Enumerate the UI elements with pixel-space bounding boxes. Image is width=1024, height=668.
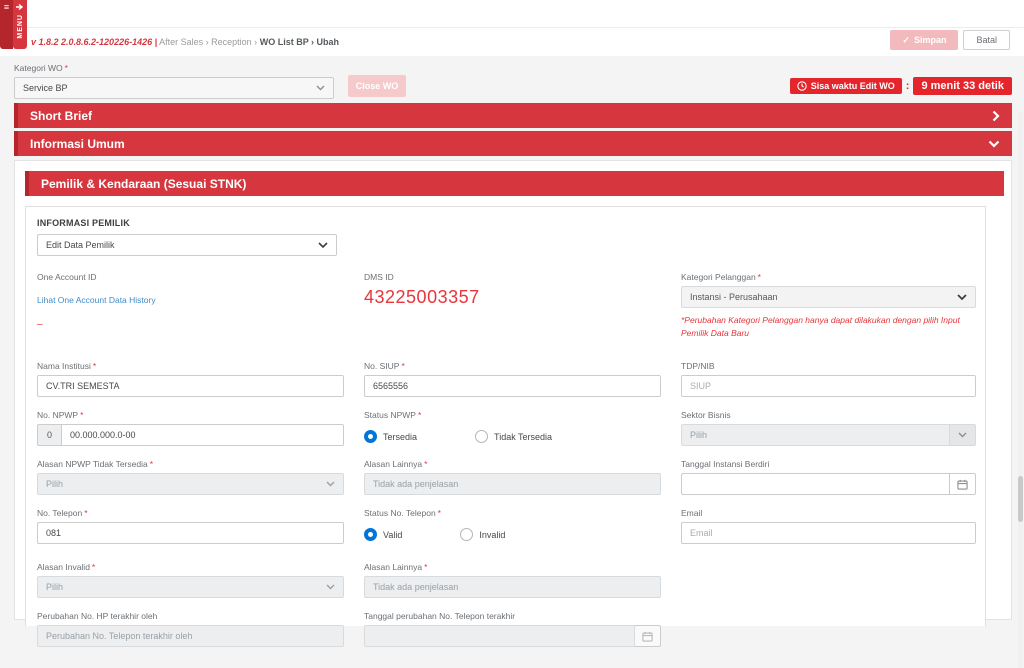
hamburger-icon[interactable]: ≡ <box>0 0 13 49</box>
cancel-button[interactable]: Batal <box>963 30 1010 50</box>
top-bar <box>0 0 1024 28</box>
one-account-cell: One Account ID Lihat One Account Data Hi… <box>37 272 344 348</box>
timer-value-badge: 9 menit 33 detik <box>913 77 1012 95</box>
radio-selected-icon <box>364 528 377 541</box>
chevron-down-icon <box>988 140 1000 148</box>
sektor-bisnis-select[interactable]: Pilih <box>681 424 976 446</box>
menu-ribbon[interactable]: ≡ MENU <box>0 0 27 49</box>
scrollbar-thumb[interactable] <box>1018 476 1023 522</box>
informasi-pemilik-title: INFORMASI PEMILIK <box>37 218 974 228</box>
check-icon: ✓ <box>902 35 910 46</box>
chevron-down-icon <box>958 432 967 438</box>
select-chevron-cell <box>949 425 975 445</box>
chevron-down-icon <box>326 584 335 590</box>
no-npwp-cell: No. NPWP* 0 <box>37 410 344 446</box>
tanggal-perubahan-cell: Tanggal perubahan No. Telepon terakhir <box>364 611 661 647</box>
close-wo-button[interactable]: Close WO <box>348 75 406 97</box>
email-cell: Email <box>681 508 976 544</box>
perubahan-hp-cell: Perubahan No. HP terakhir oleh <box>37 611 344 647</box>
alasan-lainnya-telepon-cell: Alasan Lainnya* <box>364 562 661 598</box>
kategori-wo-select[interactable]: Service BP <box>14 77 334 99</box>
no-telepon-cell: No. Telepon* <box>37 508 344 544</box>
alasan-lainnya-telepon-input[interactable] <box>364 576 661 598</box>
tanggal-instansi-input[interactable] <box>681 473 950 495</box>
alasan-invalid-cell: Alasan Invalid* Pilih <box>37 562 344 598</box>
scrollbar[interactable] <box>1018 112 1023 668</box>
tanggal-perubahan-input[interactable] <box>364 625 635 647</box>
alasan-lainnya-npwp-input[interactable] <box>364 473 661 495</box>
email-input[interactable] <box>681 522 976 544</box>
one-account-label: One Account ID <box>37 272 344 282</box>
no-npwp-input[interactable] <box>61 424 344 446</box>
radio-tidak-tersedia[interactable]: Tidak Tersedia <box>475 430 552 443</box>
breadcrumb-trail: After Sales › Reception › <box>159 37 257 47</box>
tdp-nib-input[interactable] <box>681 375 976 397</box>
one-account-value: – <box>37 319 344 330</box>
dms-id-value: 43225003357 <box>364 287 661 308</box>
timer-colon: : <box>906 80 910 92</box>
pemilik-kendaraan-header: Pemilik & Kendaraan (Sesuai STNK) <box>25 171 1004 196</box>
radio-valid[interactable]: Valid <box>364 528 402 541</box>
radio-invalid[interactable]: Invalid <box>460 528 505 541</box>
chevron-right-icon <box>992 110 1000 122</box>
nama-institusi-cell: Nama Institusi* <box>37 361 344 397</box>
alasan-npwp-cell: Alasan NPWP Tidak Tersedia* Pilih <box>37 459 344 495</box>
alasan-lainnya-npwp-cell: Alasan Lainnya* <box>364 459 661 495</box>
perubahan-hp-input[interactable] <box>37 625 344 647</box>
alasan-invalid-select[interactable]: Pilih <box>37 576 344 598</box>
no-siup-cell: No. SIUP* <box>364 361 661 397</box>
radio-tersedia[interactable]: Tersedia <box>364 430 417 443</box>
radio-selected-icon <box>364 430 377 443</box>
clock-icon <box>797 81 807 91</box>
sektor-bisnis-cell: Sektor Bisnis Pilih <box>681 410 976 446</box>
chevron-down-icon <box>316 85 325 91</box>
no-telepon-input[interactable] <box>37 522 344 544</box>
accordion-short-brief[interactable]: Short Brief <box>14 103 1012 128</box>
radio-unselected-icon <box>475 430 488 443</box>
calendar-icon[interactable] <box>950 473 976 495</box>
kategori-pelanggan-select[interactable]: Instansi - Perusahaan <box>681 286 976 308</box>
dms-id-cell: DMS ID 43225003357 <box>364 272 661 348</box>
kategori-pelanggan-cell: Kategori Pelanggan* Instansi - Perusahaa… <box>681 272 976 348</box>
nama-institusi-input[interactable] <box>37 375 344 397</box>
calendar-icon <box>635 625 661 647</box>
informasi-umum-panel: Pemilik & Kendaraan (Sesuai STNK) INFORM… <box>14 160 1012 620</box>
kategori-wo-label: Kategori WO* <box>14 63 334 73</box>
status-telepon-cell: Status No. Telepon* Valid Invalid <box>364 508 661 544</box>
tdp-nib-cell: TDP/NIB <box>681 361 976 397</box>
menu-label: MENU <box>17 14 24 39</box>
save-button[interactable]: ✓ Simpan <box>890 30 958 50</box>
chevron-down-icon <box>318 242 328 249</box>
one-account-history-link[interactable]: Lihat One Account Data History <box>37 295 156 305</box>
app-version: v 1.8.2 2.0.8.6.2-120226-1426 | <box>31 37 157 47</box>
alasan-npwp-select[interactable]: Pilih <box>37 473 344 495</box>
kategori-pelanggan-note: *Perubahan Kategori Pelanggan hanya dapa… <box>681 314 976 340</box>
kategori-pelanggan-label: Kategori Pelanggan* <box>681 272 976 282</box>
accordion-informasi-umum[interactable]: Informasi Umum <box>14 131 1012 156</box>
data-pemilik-mode-select[interactable]: Edit Data Pemilik <box>37 234 337 256</box>
status-npwp-cell: Status NPWP* Tersedia Tidak Tersedia <box>364 410 661 446</box>
main-content: Kategori WO* Service BP Close WO Sisa wa… <box>0 56 1024 612</box>
dms-id-label: DMS ID <box>364 272 661 282</box>
breadcrumb-row: v 1.8.2 2.0.8.6.2-120226-1426 | After Sa… <box>0 28 1024 56</box>
arrow-right-icon <box>16 3 24 11</box>
chevron-down-icon <box>957 294 967 301</box>
radio-unselected-icon <box>460 528 473 541</box>
no-siup-input[interactable] <box>364 375 661 397</box>
timer-label-badge: Sisa waktu Edit WO <box>790 78 902 94</box>
edit-wo-timer: Sisa waktu Edit WO : 9 menit 33 detik <box>790 77 1012 95</box>
breadcrumb: v 1.8.2 2.0.8.6.2-120226-1426 | After Sa… <box>31 37 339 47</box>
informasi-pemilik-box: INFORMASI PEMILIK Edit Data Pemilik One … <box>25 206 986 626</box>
npwp-prefix: 0 <box>37 424 61 446</box>
tanggal-instansi-cell: Tanggal Instansi Berdiri <box>681 459 976 495</box>
breadcrumb-current: WO List BP › Ubah <box>260 37 339 47</box>
menu-tab[interactable]: MENU <box>13 0 27 49</box>
chevron-down-icon <box>326 481 335 487</box>
